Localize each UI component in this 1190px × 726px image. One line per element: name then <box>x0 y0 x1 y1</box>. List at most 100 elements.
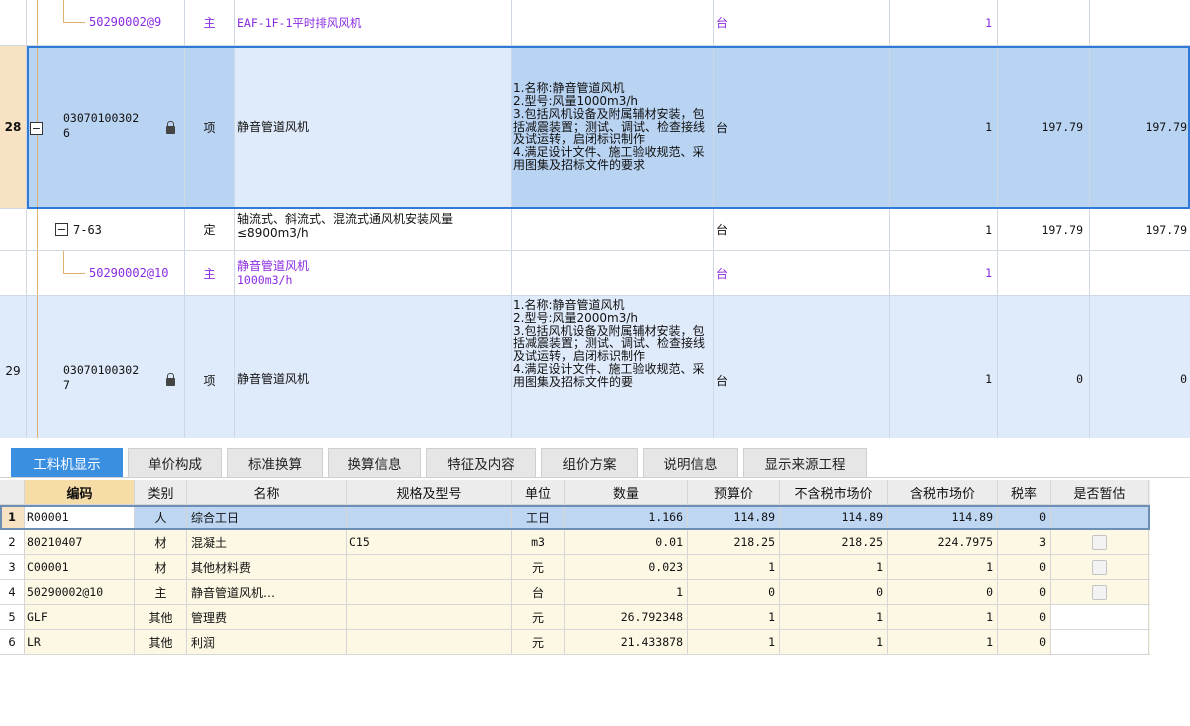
name-cell[interactable]: 静音管道风机 1000m3/h <box>235 251 512 295</box>
unit-cell[interactable]: 元 <box>512 630 565 654</box>
spec-cell[interactable]: C15 <box>347 530 512 554</box>
features-cell[interactable]: 1.名称:静音管道风机 2.型号:风量1000m3/h 3.包括风机设备及附属辅… <box>512 46 714 208</box>
code-cell[interactable]: LR <box>25 630 135 654</box>
tax-rate-cell[interactable]: 0 <box>998 605 1051 629</box>
table-row-selected[interactable]: 28 − 03070100302 6 项 静音管道风机 1.名称:静音管道风机 … <box>0 46 1190 209</box>
category-cell[interactable]: 人 <box>135 505 187 529</box>
name-cell[interactable]: 混凝土 <box>187 530 347 554</box>
market-price-ex-tax-cell[interactable]: 1 <box>780 555 888 579</box>
spec-cell[interactable] <box>347 555 512 579</box>
tab-description-info[interactable]: 说明信息 <box>643 448 738 477</box>
spec-cell[interactable] <box>347 580 512 604</box>
market-price-ex-tax-cell[interactable]: 0 <box>780 580 888 604</box>
name-cell[interactable]: 静音管道风机 <box>235 46 512 208</box>
market-price-ex-tax-cell[interactable]: 1 <box>780 605 888 629</box>
market-price-in-tax-cell[interactable]: 0 <box>888 580 998 604</box>
unit-cell[interactable]: 元 <box>512 605 565 629</box>
features-cell[interactable]: 1.名称:静音管道风机 2.型号:风量2000m3/h 3.包括风机设备及附属辅… <box>512 296 714 438</box>
checkbox-icon[interactable] <box>1092 534 1107 550</box>
code-cell[interactable]: 50290002@9 <box>27 0 185 45</box>
header-market-price-ex-tax[interactable]: 不含税市场价 <box>780 480 888 504</box>
tax-rate-cell[interactable]: 3 <box>998 530 1051 554</box>
unit-cell[interactable]: 台 <box>714 209 890 250</box>
bill-items-grid[interactable]: 50290002@9 主 EAF-1F-1平时排风风机 台 1 28 − 030… <box>0 0 1190 438</box>
unit-cell[interactable]: m3 <box>512 530 565 554</box>
market-price-in-tax-cell[interactable]: 114.89 <box>888 505 998 529</box>
quantity-cell[interactable]: 0.01 <box>565 530 688 554</box>
code-cell[interactable]: − 03070100302 6 <box>27 46 185 208</box>
market-price-ex-tax-cell[interactable]: 1 <box>780 630 888 654</box>
spec-cell[interactable] <box>347 630 512 654</box>
name-cell[interactable]: 综合工日 <box>187 505 347 529</box>
name-cell[interactable]: 静音管道风机… <box>187 580 347 604</box>
table-row[interactable]: 2 80210407 材 混凝土 C15 m3 0.01 218.25 218.… <box>0 530 1150 555</box>
market-price-in-tax-cell[interactable]: 1 <box>888 605 998 629</box>
spec-cell[interactable] <box>347 505 512 529</box>
table-row[interactable]: 6 LR 其他 利润 元 21.433878 1 1 1 0 <box>0 630 1150 655</box>
code-cell[interactable]: − 7-63 <box>27 209 185 250</box>
header-quantity[interactable]: 数量 <box>565 480 688 504</box>
table-row[interactable]: 4 50290002@10 主 静音管道风机… 台 1 0 0 0 0 <box>0 580 1150 605</box>
name-cell[interactable]: 利润 <box>187 630 347 654</box>
quantity-cell[interactable]: 21.433878 <box>565 630 688 654</box>
tax-rate-cell[interactable]: 0 <box>998 630 1051 654</box>
name-cell[interactable]: 其他材料费 <box>187 555 347 579</box>
tab-unit-price-composition[interactable]: 单价构成 <box>128 448 222 477</box>
header-budget-price[interactable]: 预算价 <box>688 480 780 504</box>
code-cell[interactable]: 50290002@10 <box>27 251 185 295</box>
header-unit[interactable]: 单位 <box>512 480 565 504</box>
tab-features-content[interactable]: 特征及内容 <box>426 448 536 477</box>
quantity-cell[interactable]: 26.792348 <box>565 605 688 629</box>
quantity-cell[interactable]: 1.166 <box>565 505 688 529</box>
header-spec[interactable]: 规格及型号 <box>347 480 512 504</box>
tab-conversion-info[interactable]: 换算信息 <box>328 448 421 477</box>
quantity-cell[interactable]: 1 <box>890 209 998 250</box>
tab-labor-material-machine[interactable]: 工料机显示 <box>11 448 123 477</box>
category-cell[interactable]: 主 <box>135 580 187 604</box>
features-cell[interactable] <box>512 209 714 250</box>
collapse-minus-icon[interactable]: − <box>55 223 68 236</box>
quantity-cell[interactable]: 1 <box>890 296 998 438</box>
budget-price-cell[interactable]: 1 <box>688 555 780 579</box>
name-cell[interactable]: EAF-1F-1平时排风风机 <box>235 0 512 45</box>
market-price-in-tax-cell[interactable]: 1 <box>888 555 998 579</box>
unit-cell[interactable]: 台 <box>714 251 890 295</box>
quantity-cell[interactable]: 1 <box>565 580 688 604</box>
unit-cell[interactable]: 台 <box>714 296 890 438</box>
unit-cell[interactable]: 台 <box>714 46 890 208</box>
checkbox-icon[interactable] <box>1092 559 1107 575</box>
category-cell[interactable]: 材 <box>135 530 187 554</box>
budget-price-cell[interactable]: 218.25 <box>688 530 780 554</box>
quantity-cell[interactable]: 0.023 <box>565 555 688 579</box>
features-cell[interactable] <box>512 251 714 295</box>
code-cell[interactable]: R00001 <box>25 505 135 529</box>
budget-price-cell[interactable]: 114.89 <box>688 505 780 529</box>
code-cell[interactable]: 03070100302 7 <box>27 296 185 438</box>
category-cell[interactable]: 其他 <box>135 630 187 654</box>
code-cell[interactable]: GLF <box>25 605 135 629</box>
code-cell[interactable]: 80210407 <box>25 530 135 554</box>
spec-cell[interactable] <box>347 605 512 629</box>
tax-rate-cell[interactable]: 0 <box>998 580 1051 604</box>
unit-cell[interactable]: 工日 <box>512 505 565 529</box>
market-price-in-tax-cell[interactable]: 1 <box>888 630 998 654</box>
budget-price-cell[interactable]: 0 <box>688 580 780 604</box>
table-row[interactable]: 29 03070100302 7 项 静音管道风机 1.名称:静音管道风机 2.… <box>0 296 1190 438</box>
category-cell[interactable]: 材 <box>135 555 187 579</box>
name-cell[interactable]: 静音管道风机 <box>235 296 512 438</box>
features-cell[interactable] <box>512 0 714 45</box>
quantity-cell[interactable]: 1 <box>890 0 998 45</box>
header-tax-rate[interactable]: 税率 <box>998 480 1051 504</box>
unit-cell[interactable]: 元 <box>512 555 565 579</box>
market-price-ex-tax-cell[interactable]: 218.25 <box>780 530 888 554</box>
tab-show-source-project[interactable]: 显示来源工程 <box>743 448 867 477</box>
checkbox-icon[interactable] <box>1092 584 1107 600</box>
header-name[interactable]: 名称 <box>187 480 347 504</box>
category-cell[interactable]: 其他 <box>135 605 187 629</box>
tab-standard-conversion[interactable]: 标准换算 <box>227 448 323 477</box>
market-price-ex-tax-cell[interactable]: 114.89 <box>780 505 888 529</box>
header-category[interactable]: 类别 <box>135 480 187 504</box>
table-row[interactable]: 50290002@10 主 静音管道风机 1000m3/h 台 1 <box>0 251 1190 296</box>
table-row[interactable]: 3 C00001 材 其他材料费 元 0.023 1 1 1 0 <box>0 555 1150 580</box>
unit-cell[interactable]: 台 <box>714 0 890 45</box>
